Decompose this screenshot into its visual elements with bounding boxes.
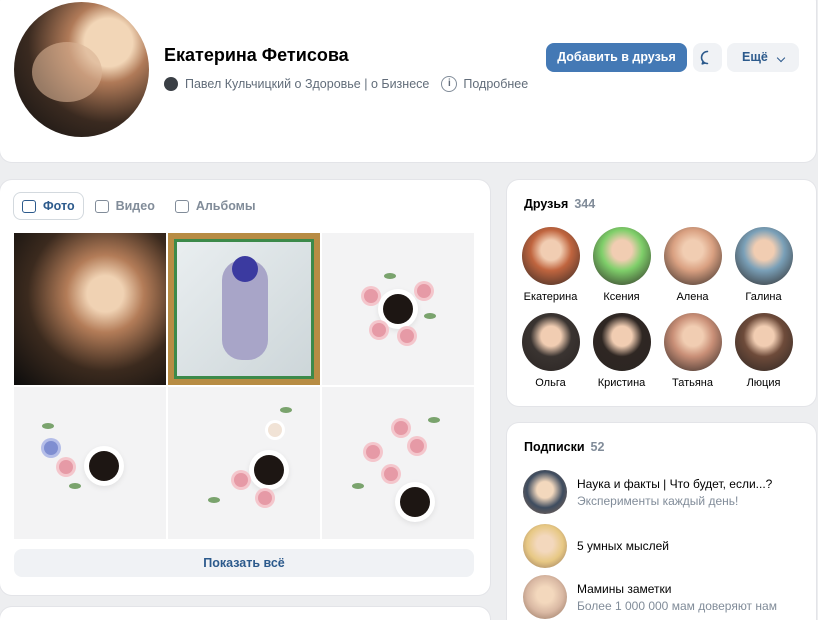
subscription-name[interactable]: Мамины заметки (577, 582, 777, 596)
friend-name[interactable]: Алена (676, 291, 708, 303)
subscription-item[interactable]: Наука и факты | Что будет, если...? Экспе… (523, 470, 772, 514)
message-bubble-icon (700, 50, 709, 65)
tab-albums-label: Альбомы (195, 199, 256, 213)
message-button[interactable] (693, 43, 722, 72)
friend-item[interactable]: Кристина (586, 313, 657, 399)
friend-avatar[interactable] (592, 227, 651, 285)
tab-videos[interactable]: Видео (87, 193, 163, 219)
subscription-item[interactable]: 5 умных мыслей (523, 524, 669, 568)
subscription-avatar[interactable] (523, 524, 567, 568)
profile-avatar[interactable] (14, 2, 149, 137)
photo-thumbnail[interactable] (14, 387, 166, 539)
friend-avatar[interactable] (663, 313, 722, 371)
friend-avatar[interactable] (734, 227, 793, 285)
friend-name[interactable]: Галина (745, 291, 781, 303)
album-icon (174, 199, 189, 213)
subscription-description: Более 1 000 000 мам доверяют нам (577, 598, 777, 613)
subscription-text: 5 умных мыслей (577, 539, 669, 553)
subscription-name[interactable]: Наука и факты | Что будет, если...? (577, 477, 772, 491)
subscription-description: Эксперименты каждый день! (577, 493, 739, 508)
subscriptions-title[interactable]: Подписки 52 (524, 440, 604, 454)
friend-item[interactable]: Татьяна (657, 313, 728, 399)
photo-thumbnail[interactable] (322, 387, 474, 539)
friends-count: 344 (574, 197, 596, 211)
next-block (0, 607, 490, 620)
friend-avatar[interactable] (663, 227, 722, 285)
friend-item[interactable]: Алена (657, 227, 728, 313)
photos-block: Фото Видео Альбомы Показать всё (0, 180, 490, 595)
photo-thumbnail[interactable] (322, 233, 474, 385)
subscription-avatar[interactable] (523, 575, 567, 619)
status-source-avatar[interactable] (164, 77, 178, 91)
tab-albums[interactable]: Альбомы (167, 193, 264, 219)
tab-videos-label: Видео (115, 199, 155, 213)
status-text[interactable]: Павел Кульчицкий о Здоровье | о Бизнесе (185, 77, 429, 91)
image-icon (22, 199, 36, 213)
friend-item[interactable]: Екатерина (515, 227, 586, 313)
photo-thumbnail[interactable] (168, 233, 320, 385)
friend-name[interactable]: Татьяна (672, 377, 713, 389)
friend-item[interactable]: Люция (728, 313, 799, 399)
friend-item[interactable]: Ксения (586, 227, 657, 313)
photo-thumbnail[interactable] (168, 387, 320, 539)
add-friend-button[interactable]: Добавить в друзья (546, 43, 687, 72)
subscription-text: Наука и факты | Что будет, если...? Экспе… (577, 477, 772, 508)
tab-photos[interactable]: Фото (14, 193, 83, 219)
photo-grid (14, 233, 474, 539)
friend-name[interactable]: Люция (747, 377, 781, 389)
more-info-link[interactable]: Подробнее (463, 77, 528, 91)
profile-header: Екатерина Фетисова Павел Кульчицкий о Зд… (0, 0, 816, 162)
friend-avatar[interactable] (521, 313, 580, 371)
subscription-avatar[interactable] (523, 470, 567, 514)
more-button[interactable]: Ещё (727, 43, 799, 72)
info-icon[interactable]: i (441, 76, 458, 92)
video-icon (94, 199, 109, 213)
friend-avatar[interactable] (734, 313, 793, 371)
friend-item[interactable]: Ольга (515, 313, 586, 399)
media-tabs: Фото Видео Альбомы (14, 193, 268, 219)
friends-grid: Екатерина Ксения Алена Галина Ольга Кристина Т… (515, 227, 799, 399)
friend-avatar[interactable] (592, 313, 651, 371)
friend-name[interactable]: Ксения (603, 291, 639, 303)
friends-block: Друзья 344 Екатерина Ксения Алена Галина Ольг… (507, 180, 816, 406)
friends-title-text: Друзья (524, 197, 569, 211)
profile-name: Екатерина Фетисова (164, 45, 349, 65)
more-label: Ещё (742, 50, 768, 64)
tab-photos-label: Фото (43, 199, 75, 213)
friend-name[interactable]: Екатерина (524, 291, 578, 303)
chevron-down-icon (776, 53, 786, 63)
friend-item[interactable]: Галина (728, 227, 799, 313)
friend-name[interactable]: Кристина (598, 377, 646, 389)
friends-title[interactable]: Друзья 344 (524, 197, 595, 211)
show-all-photos-button[interactable]: Показать всё (14, 549, 474, 577)
subscriptions-block: Подписки 52 Наука и факты | Что будет, ес… (507, 423, 816, 620)
friend-name[interactable]: Ольга (535, 377, 565, 389)
subscriptions-title-text: Подписки (524, 440, 585, 454)
photo-thumbnail[interactable] (14, 233, 166, 385)
subscription-name[interactable]: 5 умных мыслей (577, 539, 669, 553)
subscription-text: Мамины заметки Более 1 000 000 мам доверя… (577, 582, 777, 613)
profile-status: Павел Кульчицкий о Здоровье | о Бизнесе … (164, 74, 528, 94)
subscriptions-count: 52 (590, 440, 605, 454)
friend-avatar[interactable] (521, 227, 580, 285)
subscription-item[interactable]: Мамины заметки Более 1 000 000 мам доверя… (523, 575, 777, 619)
